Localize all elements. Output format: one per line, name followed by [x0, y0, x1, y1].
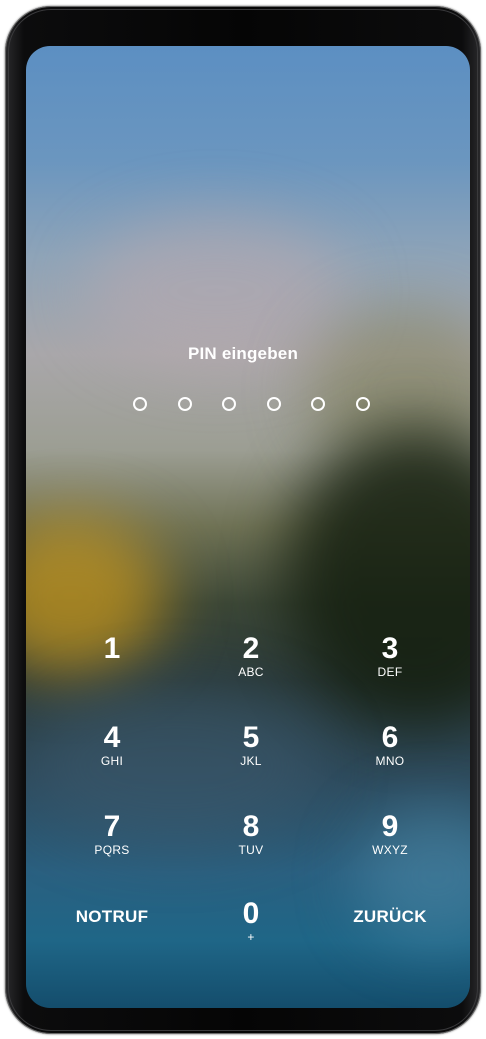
key-digit: 2	[242, 632, 260, 665]
pin-dot	[133, 397, 147, 411]
key-5[interactable]: 5 JKL	[191, 722, 311, 788]
key-digit: 6	[381, 721, 399, 754]
key-3[interactable]: 3 DEF	[330, 633, 450, 699]
key-letters: JKL	[240, 754, 262, 768]
pin-dot	[267, 397, 281, 411]
key-letters: TUV	[238, 843, 264, 857]
pin-dot	[311, 397, 325, 411]
pin-indicator	[0, 397, 486, 413]
key-digit: 4	[103, 721, 121, 754]
key-6[interactable]: 6 MNO	[330, 722, 450, 788]
pin-prompt: PIN eingeben	[187, 344, 299, 363]
key-8[interactable]: 8 TUV	[191, 811, 311, 877]
key-1[interactable]: 1	[52, 633, 172, 699]
key-digit: 8	[242, 810, 260, 843]
key-letters: ABC	[238, 665, 264, 679]
key-0[interactable]: 0 +	[191, 898, 311, 964]
pin-dot	[178, 397, 192, 411]
key-letters: WXYZ	[372, 843, 408, 857]
phone-frame	[5, 6, 481, 1034]
emergency-call-button[interactable]: NOTRUF	[52, 884, 172, 950]
back-button[interactable]: ZURÜCK	[330, 884, 450, 950]
key-letters: DEF	[377, 665, 403, 679]
key-digit: 9	[381, 810, 399, 843]
key-9[interactable]: 9 WXYZ	[330, 811, 450, 877]
key-letters: +	[247, 930, 255, 944]
key-letters: MNO	[375, 754, 405, 768]
key-4[interactable]: 4 GHI	[52, 722, 172, 788]
key-7[interactable]: 7 PQRS	[52, 811, 172, 877]
key-digit: 3	[381, 632, 399, 665]
key-2[interactable]: 2 ABC	[191, 633, 311, 699]
key-digit: 5	[242, 721, 260, 754]
key-digit: 7	[103, 810, 121, 843]
pin-dot	[222, 397, 236, 411]
emergency-call-label: NOTRUF	[75, 907, 149, 926]
pin-dot	[356, 397, 370, 411]
back-label: ZURÜCK	[353, 907, 427, 926]
key-letters: PQRS	[94, 843, 130, 857]
key-digit: 1	[103, 632, 121, 665]
key-digit: 0	[242, 897, 260, 930]
key-letters: GHI	[100, 754, 124, 768]
